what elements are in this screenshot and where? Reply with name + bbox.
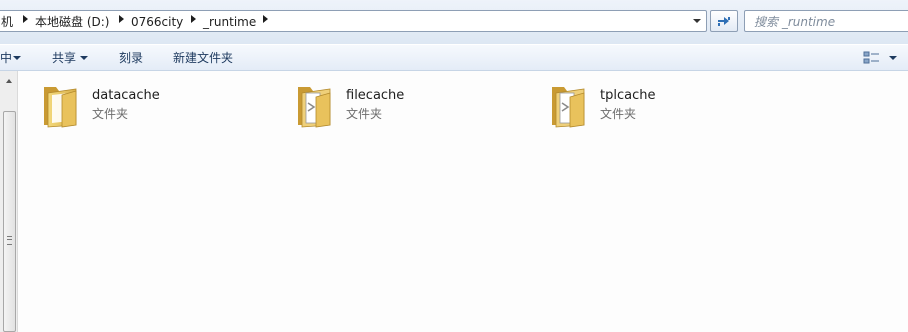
folder-type: 文件夹	[600, 107, 637, 121]
scrollbar-grip-icon	[7, 236, 12, 245]
chevron-down-icon[interactable]	[80, 56, 88, 60]
folder-name: tplcache	[600, 88, 656, 103]
breadcrumb-separator-icon[interactable]	[191, 15, 196, 23]
folder-with-documents-icon	[552, 87, 585, 128]
organize-menu-button[interactable]: 中	[0, 50, 12, 66]
address-history-dropdown-icon[interactable]	[693, 19, 701, 23]
breadcrumb-runtime[interactable]: _runtime	[203, 14, 256, 30]
chevron-down-icon[interactable]	[13, 56, 21, 60]
breadcrumb-separator-icon[interactable]	[119, 15, 124, 23]
breadcrumb-computer[interactable]: 机	[1, 14, 13, 30]
change-view-button[interactable]	[862, 49, 902, 67]
folder-type: 文件夹	[92, 107, 129, 121]
folder-name: datacache	[92, 88, 160, 103]
breadcrumb-0766city[interactable]: 0766city	[131, 14, 183, 30]
search-input[interactable]: 搜索 _runtime	[744, 10, 908, 32]
search-placeholder: 搜索 _runtime	[754, 15, 836, 29]
folder-item-datacache[interactable]: datacache 文件夹	[42, 81, 242, 135]
folder-with-documents-icon	[298, 87, 331, 128]
view-options-icon	[863, 51, 897, 64]
breadcrumb-separator-icon[interactable]	[263, 15, 268, 23]
scroll-up-arrow-icon[interactable]	[6, 79, 12, 83]
folder-item-filecache[interactable]: filecache 文件夹	[296, 81, 496, 135]
refresh-icon	[718, 17, 730, 26]
vertical-scrollbar[interactable]	[0, 71, 18, 332]
folder-icon	[44, 87, 77, 128]
navigation-bar: 机 本地磁盘 (D:) 0766city _runtime 搜索 _runtim…	[0, 0, 908, 44]
command-bar: 中 共享 刻录 新建文件夹	[0, 44, 908, 71]
burn-button[interactable]: 刻录	[119, 50, 143, 66]
address-bar[interactable]: 机 本地磁盘 (D:) 0766city _runtime	[0, 10, 707, 32]
folder-name: filecache	[346, 88, 405, 103]
refresh-button[interactable]	[710, 10, 738, 32]
breadcrumb-local-disk[interactable]: 本地磁盘 (D:)	[35, 14, 109, 30]
breadcrumb-separator-icon[interactable]	[23, 15, 28, 23]
folder-type: 文件夹	[346, 107, 383, 121]
share-menu-button[interactable]: 共享	[52, 50, 76, 66]
scrollbar-thumb[interactable]	[3, 111, 16, 332]
new-folder-button[interactable]: 新建文件夹	[173, 50, 233, 66]
folder-item-tplcache[interactable]: tplcache 文件夹	[550, 81, 750, 135]
file-list: datacache 文件夹 filecache 文件夹 tplcache 文件夹	[0, 71, 908, 332]
